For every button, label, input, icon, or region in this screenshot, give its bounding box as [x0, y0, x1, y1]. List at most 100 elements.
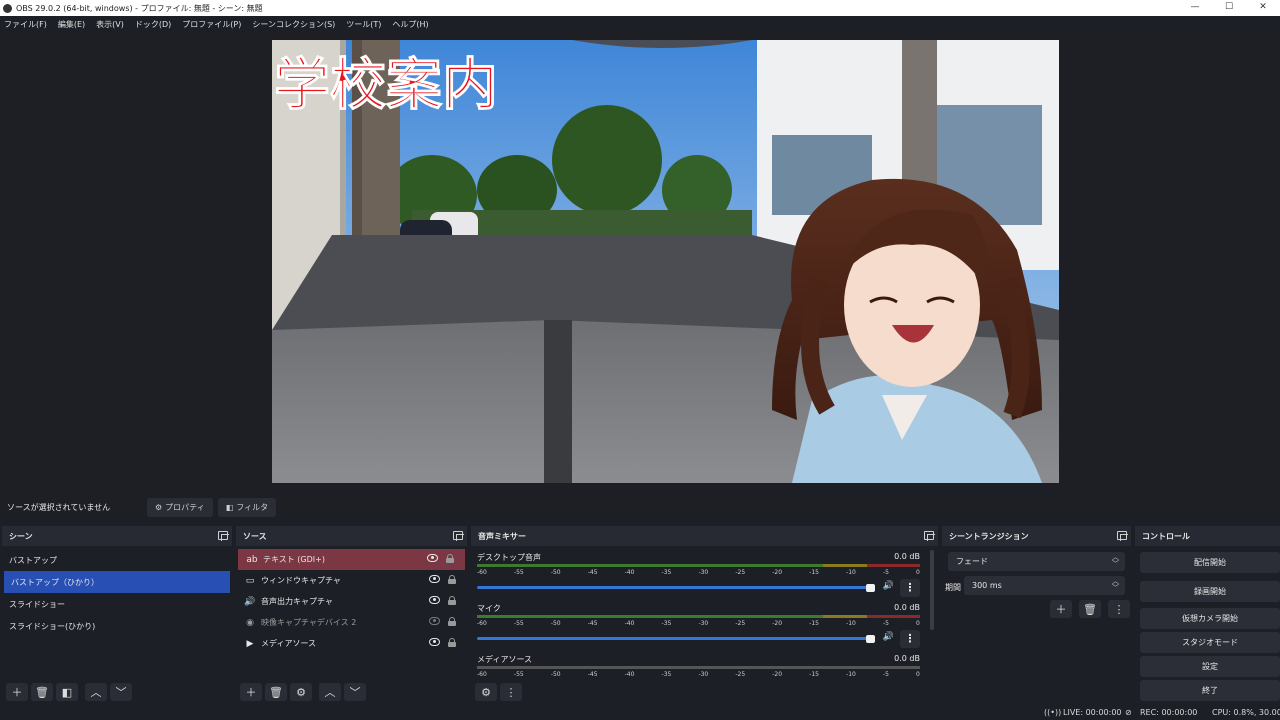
volume-fader[interactable]: [477, 634, 875, 643]
close-button[interactable]: ✕: [1246, 0, 1280, 16]
scene-item-label: バストアップ（ひかり）: [11, 577, 99, 587]
undock-icon[interactable]: [924, 531, 935, 541]
properties-button[interactable]: ⚙ プロパティ: [147, 498, 213, 517]
transition-menu-button[interactable]: ⋮: [1108, 600, 1130, 618]
meter-tick-label: -45: [587, 620, 598, 627]
source-context-bar: ソースが選択されていません ⚙ プロパティ ◧ フィルタ: [0, 495, 1280, 520]
lock-icon[interactable]: [448, 638, 456, 647]
add-scene-button[interactable]: ＋: [6, 683, 28, 701]
source-item-text[interactable]: ab テキスト (GDI+): [238, 549, 465, 570]
source-item-media[interactable]: ▶ メディアソース: [236, 633, 467, 654]
exit-button[interactable]: 終了: [1140, 680, 1280, 701]
scene-item[interactable]: スライドショー(ひかり): [2, 615, 232, 637]
scene-item[interactable]: スライドショー: [2, 593, 232, 615]
scene-filters-button[interactable]: ◧: [56, 683, 78, 701]
undock-icon[interactable]: [218, 531, 229, 541]
advanced-audio-button[interactable]: ⚙: [475, 683, 497, 701]
source-item-label: ウィンドウキャプチャ: [261, 576, 341, 585]
settings-button[interactable]: 設定: [1140, 656, 1280, 677]
eye-icon[interactable]: [429, 575, 440, 583]
menu-edit[interactable]: 編集(E): [58, 19, 85, 30]
fader-knob[interactable]: [866, 634, 875, 643]
channel-menu-button[interactable]: ⋮: [900, 630, 920, 648]
transition-select[interactable]: フェード ︿ ﹀: [948, 552, 1125, 571]
undock-icon[interactable]: [453, 531, 464, 541]
source-item-label: 音声出力キャプチャ: [261, 597, 333, 606]
move-source-up-button[interactable]: ︿: [319, 683, 341, 701]
channel-db: 0.0 dB: [894, 603, 920, 612]
channel-name: メディアソース: [477, 655, 533, 664]
studio-mode-button[interactable]: スタジオモード: [1140, 632, 1280, 653]
meter-tick-label: -55: [513, 569, 524, 576]
start-virtual-camera-button[interactable]: 仮想カメラ開始: [1140, 608, 1280, 629]
duration-value: 300 ms: [972, 581, 1002, 590]
eye-hidden-icon[interactable]: [429, 617, 440, 625]
meter-tick-label: -25: [735, 569, 746, 576]
meter-tick-label: -35: [661, 620, 672, 627]
add-source-button[interactable]: ＋: [240, 683, 262, 701]
menu-tools[interactable]: ツール(T): [346, 19, 381, 30]
scene-item-selected[interactable]: バストアップ（ひかり）: [4, 571, 230, 593]
preview-canvas[interactable]: 学校案内: [272, 40, 1059, 483]
filters-button[interactable]: ◧ フィルタ: [217, 498, 277, 517]
lock-icon[interactable]: [448, 596, 456, 605]
channel-db: 0.0 dB: [894, 654, 920, 663]
eye-icon[interactable]: [429, 638, 440, 646]
spin-arrows-icon: ︿ ﹀: [1112, 553, 1119, 568]
mixer-menu-button[interactable]: ⋮: [500, 683, 522, 701]
move-scene-up-button[interactable]: ︿: [85, 683, 107, 701]
menu-file[interactable]: ファイル(F): [4, 19, 47, 30]
duration-spinbox[interactable]: 300 ms ︿ ﹀: [964, 576, 1125, 595]
mixer-scrollbar[interactable]: [930, 550, 934, 630]
menu-view[interactable]: 表示(V): [96, 19, 124, 30]
transition-select-value: フェード: [956, 557, 988, 566]
menu-scene-collection[interactable]: シーンコレクション(S): [252, 19, 335, 30]
meter-tick-label: -15: [809, 671, 819, 678]
source-item-window-capture[interactable]: ▭ ウィンドウキャプチャ: [236, 570, 467, 591]
start-streaming-button[interactable]: 配信開始: [1140, 552, 1280, 573]
no-source-selected-label: ソースが選択されていません: [7, 503, 111, 512]
scene-item-label: バストアップ: [9, 555, 57, 565]
meter-tick-label: -35: [661, 671, 672, 678]
channel-db: 0.0 dB: [894, 552, 920, 561]
menu-profile[interactable]: プロファイル(P): [182, 19, 241, 30]
preview-area[interactable]: 学校案内: [0, 32, 1280, 492]
volume-fader[interactable]: [477, 583, 875, 592]
menu-help[interactable]: ヘルプ(H): [392, 19, 428, 30]
controls-header: コントロール: [1135, 526, 1280, 546]
source-item-video-capture[interactable]: ◉ 映像キャプチャデバイス 2: [236, 612, 467, 633]
eye-icon[interactable]: [429, 596, 440, 604]
fader-knob[interactable]: [866, 583, 875, 592]
meter-tick-label: 0: [916, 671, 920, 678]
menu-docks[interactable]: ドック(D): [135, 19, 171, 30]
meter-tick-label: -60: [477, 620, 487, 627]
menu-bar: ファイル(F) 編集(E) 表示(V) ドック(D) プロファイル(P) シーン…: [0, 16, 1280, 32]
controls-dock: コントロール 配信開始 録画開始 仮想カメラ開始 スタジオモード 設定 終了: [1135, 526, 1280, 704]
eye-icon[interactable]: [427, 554, 438, 562]
move-source-down-button[interactable]: ﹀: [344, 683, 366, 701]
status-bar: ((•)) LIVE: 00:00:00 ⊘ REC: 00:00:00 CPU…: [0, 704, 1280, 720]
speaker-icon[interactable]: 🔊: [883, 632, 894, 642]
spin-arrows-icon[interactable]: ︿ ﹀: [1112, 578, 1119, 592]
source-item-audio-output[interactable]: 🔊 音声出力キャプチャ: [236, 591, 467, 612]
move-scene-down-button[interactable]: ﹀: [110, 683, 132, 701]
start-recording-button[interactable]: 録画開始: [1140, 581, 1280, 602]
source-properties-button[interactable]: ⚙: [290, 683, 312, 701]
undock-icon[interactable]: [1117, 531, 1128, 541]
lock-icon[interactable]: [448, 575, 456, 584]
scene-transitions-dock: シーントランジション フェード ︿ ﹀ 期間 300 ms ︿ ﹀ ＋ 🗑 ⋮: [942, 526, 1131, 704]
gear-icon: ⚙: [155, 503, 163, 512]
speaker-icon[interactable]: 🔊: [883, 581, 894, 591]
meter-tick-label: -20: [772, 671, 783, 678]
channel-menu-button[interactable]: ⋮: [900, 579, 920, 597]
minimize-button[interactable]: —: [1178, 0, 1212, 16]
scene-item[interactable]: バストアップ: [2, 549, 232, 571]
meter-tick-label: -15: [809, 569, 819, 576]
remove-transition-button[interactable]: 🗑: [1079, 600, 1101, 618]
add-transition-button[interactable]: ＋: [1050, 600, 1072, 618]
lock-icon[interactable]: [446, 554, 454, 563]
remove-source-button[interactable]: 🗑: [265, 683, 287, 701]
remove-scene-button[interactable]: 🗑: [31, 683, 53, 701]
maximize-button[interactable]: ☐: [1212, 0, 1246, 16]
lock-icon[interactable]: [448, 617, 456, 626]
